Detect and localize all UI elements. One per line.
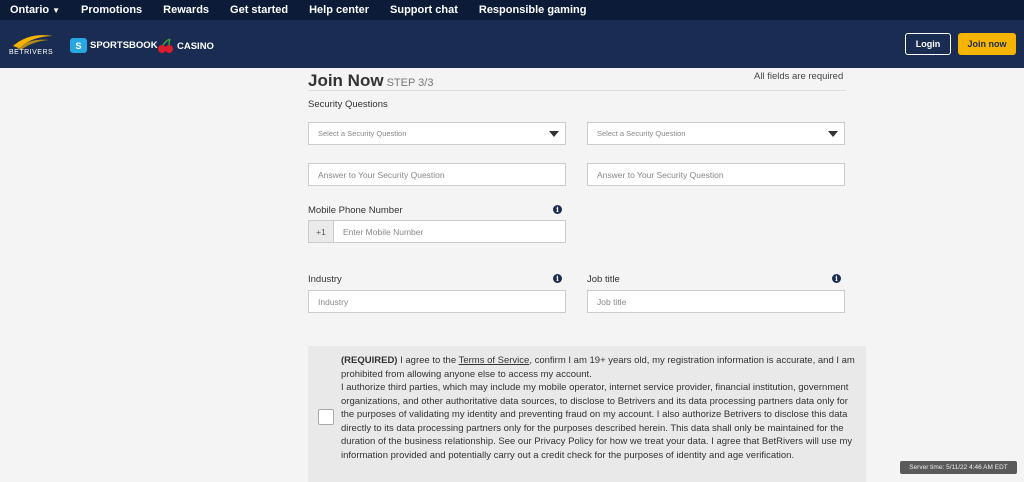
required-tag: (REQUIRED) xyxy=(341,355,398,366)
terms-agreement-box: (REQUIRED) I agree to the Terms of Servi… xyxy=(308,346,866,482)
job-title-info-icon[interactable]: i xyxy=(832,274,841,283)
page-title: Join Now STEP 3/3 xyxy=(308,71,433,91)
casino-label: CASINO xyxy=(177,40,214,52)
terms-text-part: I agree to the xyxy=(397,355,459,366)
security-question-1-select[interactable]: Select a Security Question xyxy=(308,122,566,145)
security-questions-label: Security Questions xyxy=(308,99,388,110)
nav-responsible-gaming[interactable]: Responsible gaming xyxy=(479,4,587,16)
brand-name: BETRIVERS xyxy=(9,49,54,56)
divider xyxy=(308,90,846,91)
nav-promotions[interactable]: Promotions xyxy=(81,4,142,16)
main-header: BETRIVERS S SPORTSBOOK CASINO Login Join… xyxy=(0,20,1024,68)
job-title-input[interactable]: Job title xyxy=(587,290,845,313)
region-selector[interactable]: Ontario ▼ xyxy=(10,4,60,16)
nav-support-chat[interactable]: Support chat xyxy=(390,4,458,16)
join-now-button[interactable]: Join now xyxy=(958,33,1016,55)
registration-form: Join Now STEP 3/3 All fields are required… xyxy=(0,68,1024,482)
top-nav: Ontario ▼ Promotions Rewards Get started… xyxy=(0,0,1024,20)
authorization-text: I authorize third parties, which may inc… xyxy=(341,382,853,461)
security-answer-1-input[interactable]: Answer to Your Security Question xyxy=(308,163,566,186)
mobile-phone-label: Mobile Phone Number xyxy=(308,205,403,216)
sportsbook-link[interactable]: S SPORTSBOOK xyxy=(70,38,158,53)
sportsbook-icon: S xyxy=(70,38,87,53)
terms-text: (REQUIRED) I agree to the Terms of Servi… xyxy=(341,354,861,462)
step-indicator: STEP 3/3 xyxy=(386,77,434,89)
terms-checkbox[interactable] xyxy=(318,409,334,425)
required-note: All fields are required xyxy=(754,71,844,82)
nav-get-started[interactable]: Get started xyxy=(230,4,288,16)
industry-info-icon[interactable]: i xyxy=(553,274,562,283)
caret-down-icon xyxy=(828,131,838,137)
country-code-prefix: +1 xyxy=(308,220,333,243)
mobile-phone-field: +1 Enter Mobile Number xyxy=(308,220,566,243)
job-title-label: Job title xyxy=(587,274,620,285)
security-question-2-value: Select a Security Question xyxy=(597,129,686,138)
nav-help-center[interactable]: Help center xyxy=(309,4,369,16)
login-button[interactable]: Login xyxy=(905,33,951,55)
mobile-number-input[interactable]: Enter Mobile Number xyxy=(333,220,566,243)
nav-rewards[interactable]: Rewards xyxy=(163,4,209,16)
casino-link[interactable]: CASINO xyxy=(157,38,214,54)
page-title-text: Join Now xyxy=(308,71,384,90)
terms-of-service-link[interactable]: Terms of Service xyxy=(459,355,530,366)
security-question-1-value: Select a Security Question xyxy=(318,129,407,138)
sportsbook-label: SPORTSBOOK xyxy=(90,40,158,51)
region-label: Ontario xyxy=(10,4,50,16)
industry-label: Industry xyxy=(308,274,342,285)
chevron-down-icon: ▼ xyxy=(52,5,61,15)
industry-input[interactable]: Industry xyxy=(308,290,566,313)
server-time-badge: Server time: 5/11/22 4:46 AM EDT xyxy=(900,461,1017,474)
security-answer-2-input[interactable]: Answer to Your Security Question xyxy=(587,163,845,186)
security-question-2-select[interactable]: Select a Security Question xyxy=(587,122,845,145)
cherry-icon xyxy=(158,38,173,53)
caret-down-icon xyxy=(549,131,559,137)
mobile-info-icon[interactable]: i xyxy=(553,205,562,214)
